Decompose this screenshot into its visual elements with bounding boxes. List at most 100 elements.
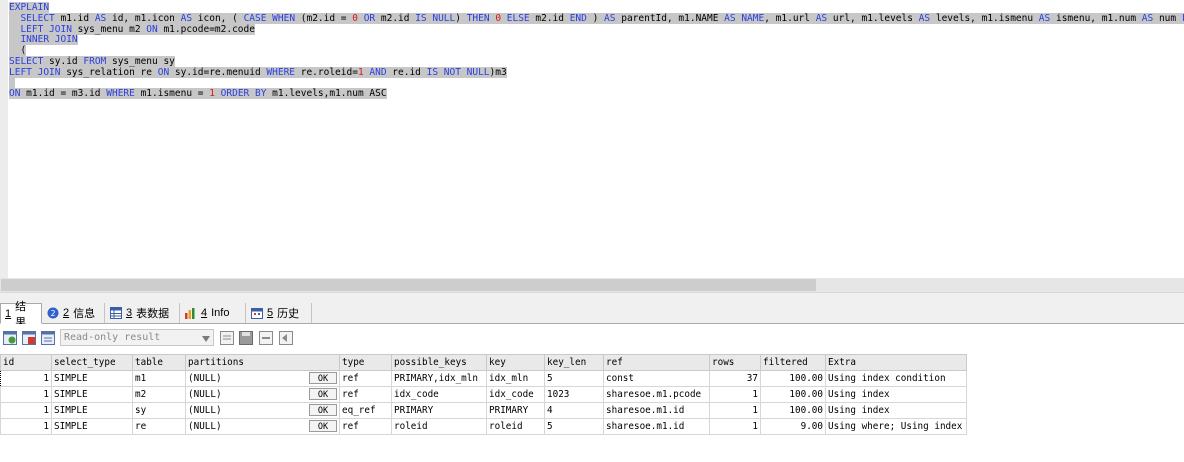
column-header[interactable]: ref (603, 354, 710, 371)
code-line[interactable]: LEFT JOIN sys_menu m2 ON m1.pcode=m2.cod… (9, 23, 1184, 36)
cell-type[interactable]: eq_ref (339, 402, 392, 419)
ok-button[interactable]: OK (309, 372, 337, 384)
editor-horizontal-scrollbar[interactable] (0, 278, 1184, 292)
cell-key-len[interactable]: 1023 (544, 386, 604, 403)
cell-table[interactable]: sy (132, 402, 186, 419)
tab-messages[interactable]: 2 2 信息 (42, 303, 105, 323)
cell-type[interactable]: ref (339, 418, 392, 435)
cell-rows[interactable]: 1 (709, 418, 761, 435)
cell-filtered[interactable]: 9.00 (760, 418, 826, 435)
code-token: FROM (83, 55, 112, 67)
result-mode-select[interactable]: Read-only result (60, 329, 214, 346)
selected-text: LEFT JOIN sys_menu m2 ON m1.pcode=m2.cod… (9, 23, 255, 35)
column-header[interactable]: rows (709, 354, 761, 371)
grid-options-button[interactable] (40, 330, 55, 345)
column-header[interactable]: key (486, 354, 545, 371)
scrollbar-thumb[interactable] (1, 279, 816, 291)
save-changes-button[interactable] (238, 330, 253, 345)
column-header[interactable]: id (0, 354, 52, 371)
cell-partitions[interactable]: (NULL) OK (185, 386, 340, 403)
revert-button[interactable] (278, 330, 293, 345)
cell-id[interactable]: 1 (0, 386, 52, 403)
cell-key-len[interactable]: 5 (544, 418, 604, 435)
cell-table[interactable]: m2 (132, 386, 186, 403)
column-header[interactable]: type (339, 354, 392, 371)
cell-id[interactable]: 1 (0, 370, 52, 387)
code-token: sys_menu sy (111, 55, 175, 67)
cell-key[interactable]: PRIMARY (486, 402, 545, 419)
code-token: CASE WHEN (243, 12, 301, 24)
cell-partitions[interactable]: (NULL) OK (185, 418, 340, 435)
code-line[interactable]: INNER JOIN (9, 34, 1184, 46)
cell-id[interactable]: 1 (0, 418, 52, 435)
sql-code[interactable]: EXPLAIN SELECT m1.id AS id, m1.icon AS i… (9, 2, 1184, 100)
column-header[interactable]: Extra (825, 354, 967, 371)
cell-rows[interactable]: 1 (709, 402, 761, 419)
table-row[interactable]: 1 SIMPLE re (NULL) OK ref roleid roleid 5… (0, 418, 967, 435)
code-line[interactable]: LEFT JOIN sys_relation re ON sy.id=re.me… (9, 66, 1184, 79)
cell-partitions[interactable]: (NULL) OK (185, 402, 340, 419)
cell-table[interactable]: re (132, 418, 186, 435)
cell-table[interactable]: m1 (132, 370, 186, 387)
cell-partitions[interactable]: (NULL) OK (185, 370, 340, 387)
selected-text: SELECT sy.id FROM sys_menu sy (9, 55, 175, 67)
refresh-grid-button[interactable] (21, 330, 36, 345)
cell-possible-keys[interactable]: PRIMARY,idx_mln (391, 370, 487, 387)
column-header[interactable]: table (132, 354, 186, 371)
cell-possible-keys[interactable]: idx_code (391, 386, 487, 403)
code-line[interactable]: ( (9, 45, 1184, 57)
cell-key[interactable]: idx_code (486, 386, 545, 403)
tab-info[interactable]: 4 Info (180, 303, 246, 323)
cell-extra[interactable]: Using index (825, 386, 967, 403)
cell-filtered[interactable]: 100.00 (760, 386, 826, 403)
cell-select-type[interactable]: SIMPLE (51, 418, 133, 435)
cell-id[interactable]: 1 (0, 402, 52, 419)
tab-results[interactable]: 1 结果 (0, 301, 42, 329)
cell-key[interactable]: roleid (486, 418, 545, 435)
add-row-button[interactable] (219, 330, 234, 345)
ok-button[interactable]: OK (309, 420, 337, 432)
pane-splitter[interactable] (0, 292, 1184, 303)
tab-history[interactable]: 5 历史 (246, 303, 312, 323)
cell-extra[interactable]: Using where; Using index (825, 418, 967, 435)
sql-editor[interactable]: EXPLAIN SELECT m1.id AS id, m1.icon AS i… (0, 0, 1184, 278)
table-row[interactable]: 1 SIMPLE m1 (NULL) OK ref PRIMARY,idx_mln… (0, 370, 967, 387)
cell-type[interactable]: ref (339, 386, 392, 403)
code-line[interactable]: ON m1.id = m3.id WHERE m1.ismenu = 1 ORD… (9, 88, 1184, 100)
column-header[interactable]: partitions (185, 354, 340, 371)
cell-possible-keys[interactable]: PRIMARY (391, 402, 487, 419)
tab-table-data[interactable]: 3 表数据 (105, 303, 180, 323)
column-header[interactable]: key_len (544, 354, 604, 371)
cell-select-type[interactable]: SIMPLE (51, 386, 133, 403)
delete-row-button[interactable] (258, 330, 273, 345)
cell-possible-keys[interactable]: roleid (391, 418, 487, 435)
cell-filtered[interactable]: 100.00 (760, 370, 826, 387)
table-row[interactable]: 1 SIMPLE m2 (NULL) OK ref idx_code idx_co… (0, 386, 967, 403)
export-button[interactable] (2, 330, 17, 345)
ok-button[interactable]: OK (309, 388, 337, 400)
code-token: END (569, 12, 593, 24)
cell-ref[interactable]: sharesoe.m1.id (603, 402, 710, 419)
cell-select-type[interactable]: SIMPLE (51, 402, 133, 419)
cell-rows[interactable]: 1 (709, 386, 761, 403)
column-header[interactable]: possible_keys (391, 354, 487, 371)
cell-rows[interactable]: 37 (709, 370, 761, 387)
code-token: IS NOT NULL (426, 66, 490, 78)
cell-extra[interactable]: Using index (825, 402, 967, 419)
cell-type[interactable]: ref (339, 370, 392, 387)
cell-key-len[interactable]: 4 (544, 402, 604, 419)
cell-select-type[interactable]: SIMPLE (51, 370, 133, 387)
column-header[interactable]: filtered (760, 354, 826, 371)
cell-ref[interactable]: sharesoe.m1.pcode (603, 386, 710, 403)
cell-key[interactable]: idx_mln (486, 370, 545, 387)
result-grid[interactable]: id select_type table partitions type pos… (0, 354, 967, 435)
column-header[interactable]: select_type (51, 354, 133, 371)
cell-ref[interactable]: const (603, 370, 710, 387)
table-row[interactable]: 1 SIMPLE sy (NULL) OK eq_ref PRIMARY PRIM… (0, 402, 967, 419)
cell-filtered[interactable]: 100.00 (760, 402, 826, 419)
cell-key-len[interactable]: 5 (544, 370, 604, 387)
code-token: (m2.id = (300, 12, 353, 24)
cell-extra[interactable]: Using index condition (825, 370, 967, 387)
cell-ref[interactable]: sharesoe.m1.id (603, 418, 710, 435)
ok-button[interactable]: OK (309, 404, 337, 416)
